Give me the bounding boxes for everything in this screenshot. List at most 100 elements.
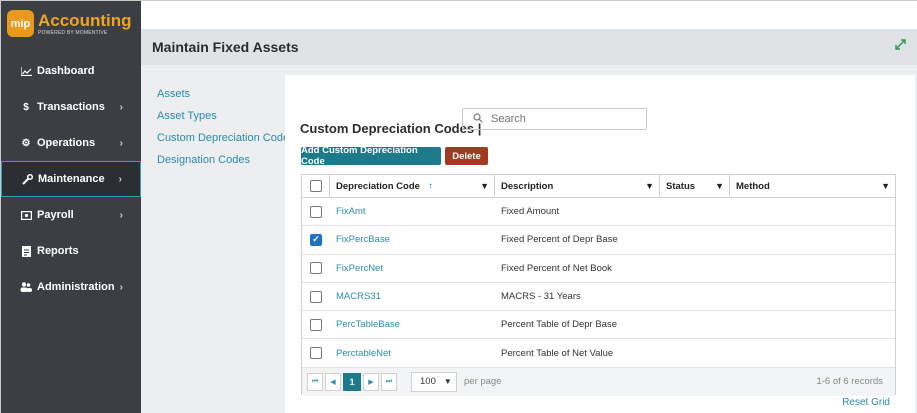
column-header-status[interactable]: Status ▼: [660, 175, 730, 197]
row-select: ✓: [302, 233, 330, 246]
sidebar-item-dashboard[interactable]: Dashboard: [1, 53, 141, 89]
chevron-right-icon: ›: [119, 137, 123, 149]
column-header-description[interactable]: Description ▼: [495, 175, 660, 197]
chevron-down-icon: ▼: [443, 377, 452, 387]
filter-icon[interactable]: ▼: [480, 181, 489, 191]
row-checkbox[interactable]: [310, 318, 322, 331]
dollar-icon: $: [23, 101, 29, 113]
select-all-checkbox[interactable]: [309, 180, 322, 192]
page-title: Maintain Fixed Assets: [152, 39, 299, 55]
sort-ascending-icon: ↑: [427, 180, 433, 192]
row-checkbox[interactable]: [310, 290, 322, 303]
sidebar-item-label: Reports: [37, 245, 79, 257]
page-size-select[interactable]: 100 ▼: [411, 371, 457, 392]
row-select: [302, 205, 330, 218]
column-header-label: Description: [501, 180, 554, 192]
filter-icon[interactable]: ▼: [881, 181, 890, 191]
top-bar: [141, 1, 917, 29]
per-page-label: per page: [464, 376, 502, 388]
previous-page-button[interactable]: ◀: [325, 372, 341, 391]
submenu-item-assets[interactable]: Assets: [157, 87, 295, 109]
cell-depreciation-code[interactable]: FixAmt: [330, 206, 495, 217]
gears-icon: ⚙: [21, 137, 31, 149]
cell-description: Percent Table of Net Value: [501, 347, 614, 359]
cell-description: Fixed Percent of Net Book: [501, 262, 612, 274]
sidebar-item-label: Dashboard: [37, 65, 95, 77]
row-checkbox[interactable]: [310, 347, 322, 360]
filter-icon[interactable]: ▼: [645, 181, 654, 191]
depreciation-codes-grid: Depreciation Code ↑ ▼ Description ▼ Stat…: [301, 174, 896, 396]
chart-line-icon: [19, 66, 33, 76]
users-icon: [19, 282, 33, 292]
panel-title: Custom Depreciation Codes |: [300, 121, 482, 136]
table-row[interactable]: PerctableNet Percent Table of Net Value: [302, 339, 895, 368]
cell-depreciation-code[interactable]: PercTableBase: [330, 319, 495, 330]
row-checkbox[interactable]: ✓: [310, 233, 322, 246]
first-page-button[interactable]: ⏮: [307, 372, 323, 391]
page-size-value: 100: [420, 376, 436, 388]
sidebar-item-payroll[interactable]: Payroll ›: [1, 197, 141, 233]
cell-description: Percent Table of Depr Base: [501, 319, 618, 331]
sidebar-item-operations[interactable]: ⚙ Operations ›: [1, 125, 141, 161]
sidebar-item-reports[interactable]: Reports: [1, 233, 141, 269]
filter-icon[interactable]: ▼: [715, 181, 724, 191]
sidebar-item-label: Administration: [37, 281, 115, 293]
row-select: [302, 262, 330, 275]
search-input[interactable]: [491, 113, 631, 125]
logo-subtitle: POWERED BY MOMENTIVE: [38, 29, 108, 36]
expand-icon[interactable]: [895, 39, 906, 53]
sidebar-item-maintenance[interactable]: Maintenance ›: [1, 161, 141, 197]
next-page-button[interactable]: ▶: [363, 372, 379, 391]
submenu-item-custom-depreciation-codes[interactable]: Custom Depreciation Codes: [157, 131, 295, 153]
column-header-method[interactable]: Method ▼: [730, 175, 895, 197]
add-custom-depreciation-code-button[interactable]: Add Custom Depreciation Code: [301, 145, 441, 167]
records-count: 1-6 of 6 records: [816, 376, 883, 388]
cell-description: Fixed Percent of Depr Base: [501, 234, 618, 246]
chevron-right-icon: ›: [119, 281, 123, 293]
sidebar-item-administration[interactable]: Administration ›: [1, 269, 141, 305]
search-icon: [473, 112, 483, 126]
cell-description: Fixed Amount: [501, 206, 560, 218]
column-header-depreciation-code[interactable]: Depreciation Code ↑ ▼: [330, 175, 495, 197]
report-icon: [19, 245, 33, 257]
last-page-button[interactable]: ⏭: [381, 372, 397, 391]
search-box[interactable]: [462, 108, 647, 130]
wrench-icon: [20, 173, 34, 185]
codes-panel: Custom Depreciation Codes | Add Custom D…: [285, 75, 915, 413]
delete-button[interactable]: Delete: [445, 147, 488, 165]
table-row[interactable]: FixAmt Fixed Amount: [302, 198, 895, 227]
grid-header: Depreciation Code ↑ ▼ Description ▼ Stat…: [302, 175, 895, 198]
sidebar-item-label: Transactions: [37, 101, 105, 113]
table-row[interactable]: PercTableBase Percent Table of Depr Base: [302, 311, 895, 340]
logo-title: Accounting: [38, 10, 132, 30]
sidebar-item-label: Maintenance: [38, 173, 105, 185]
submenu-item-designation-codes[interactable]: Designation Codes: [157, 153, 295, 175]
sidebar-item-transactions[interactable]: $ Transactions ›: [1, 89, 141, 125]
logo-badge: mip: [7, 10, 34, 37]
table-row[interactable]: MACRS31 MACRS - 31 Years: [302, 283, 895, 312]
cell-depreciation-code[interactable]: FixPercBase: [330, 234, 495, 245]
chevron-right-icon: ›: [119, 209, 123, 221]
row-checkbox[interactable]: [310, 262, 322, 275]
table-row[interactable]: ✓ FixPercBase Fixed Percent of Depr Base: [302, 226, 895, 255]
select-all-header: [302, 175, 330, 197]
row-select: [302, 318, 330, 331]
row-checkbox[interactable]: [310, 205, 322, 218]
table-row[interactable]: FixPercNet Fixed Percent of Net Book: [302, 255, 895, 283]
row-select: [302, 347, 330, 360]
cell-depreciation-code[interactable]: FixPercNet: [330, 263, 495, 274]
grid-pager: ⏮ ◀ 1 ▶ ⏭ 100 ▼ per page 1-6 of 6 record…: [302, 367, 895, 396]
cell-depreciation-code[interactable]: PerctableNet: [330, 348, 495, 359]
chevron-right-icon: ›: [118, 173, 122, 185]
row-select: [302, 290, 330, 303]
submenu-item-asset-types[interactable]: Asset Types: [157, 109, 295, 131]
chevron-right-icon: ›: [119, 101, 123, 113]
app-logo[interactable]: mip Accounting POWERED BY MOMENTIVE: [7, 10, 132, 37]
cell-description: MACRS - 31 Years: [501, 291, 581, 303]
sidebar-nav: Dashboard $ Transactions › ⚙ Operations …: [1, 53, 141, 305]
cell-depreciation-code[interactable]: MACRS31: [330, 291, 495, 302]
reset-grid-link[interactable]: Reset Grid: [842, 397, 890, 408]
column-header-label: Method: [736, 180, 770, 192]
current-page-button[interactable]: 1: [343, 372, 361, 391]
page-header: Maintain Fixed Assets: [141, 29, 917, 65]
